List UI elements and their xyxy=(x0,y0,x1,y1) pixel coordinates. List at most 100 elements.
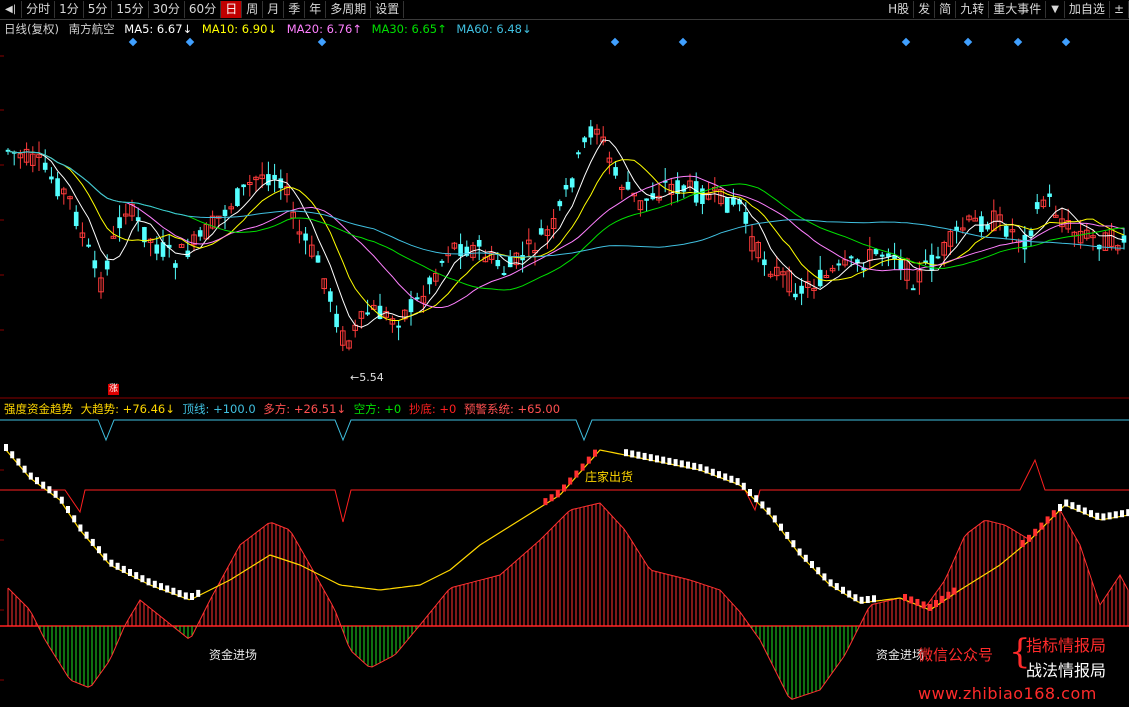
trend-marker xyxy=(1045,516,1050,524)
trend-marker xyxy=(555,490,560,498)
candle-body xyxy=(154,244,160,254)
trend-marker xyxy=(816,567,821,575)
trend-marker xyxy=(636,451,641,459)
trend-marker xyxy=(574,470,579,478)
trend-marker xyxy=(28,472,33,480)
trend-marker xyxy=(735,478,740,486)
trend-marker xyxy=(586,456,591,464)
trend-marker xyxy=(53,490,58,498)
short-value: 空方: +0 xyxy=(353,402,402,416)
trend-marker xyxy=(159,583,163,591)
candle-body xyxy=(222,209,228,217)
candle-body xyxy=(315,255,321,263)
candle-body xyxy=(235,188,240,206)
bottom-value: 抄底: +0 xyxy=(408,402,457,416)
candle-body xyxy=(476,239,482,247)
trend-marker xyxy=(915,598,920,606)
trend-marker xyxy=(1113,511,1118,519)
candle-body xyxy=(724,197,730,213)
low-price-marker: ←5.54 xyxy=(350,371,384,384)
candle-body xyxy=(303,233,308,241)
trend-marker xyxy=(822,573,827,581)
candle-body xyxy=(644,198,649,201)
trend-marker xyxy=(543,498,548,506)
trend-marker xyxy=(16,458,21,466)
trend-marker xyxy=(72,515,77,523)
trend-marker xyxy=(791,540,796,548)
trend-marker xyxy=(1033,528,1038,536)
trend-marker xyxy=(115,562,120,570)
trend-marker xyxy=(754,495,759,503)
candle-body xyxy=(197,230,203,237)
candle-body xyxy=(935,256,941,259)
trend-marker xyxy=(717,471,721,479)
trend-marker xyxy=(859,596,864,604)
candle-body xyxy=(1121,235,1127,243)
trend-marker xyxy=(1039,522,1044,530)
trend-marker xyxy=(549,494,554,502)
watermark-site: www.zhibiao168.com xyxy=(918,684,1097,703)
watermark-wechat: 微信公众号 xyxy=(918,646,994,664)
trend-marker xyxy=(190,593,194,600)
trend-marker xyxy=(797,548,802,556)
signal-diamond-icon xyxy=(901,37,911,47)
trend-marker xyxy=(692,462,697,470)
trend-marker xyxy=(760,501,765,509)
inflow-label: 资金进场 xyxy=(209,648,258,662)
candle-body xyxy=(613,167,618,176)
top-line-value: 顶线: +100.0 xyxy=(182,402,256,416)
trend-marker xyxy=(729,475,734,483)
trend-marker xyxy=(4,444,8,451)
trend-marker xyxy=(940,595,945,603)
candle-body xyxy=(73,211,79,227)
trend-marker xyxy=(748,489,752,496)
signal-diamond-icon xyxy=(610,37,620,47)
trend-marker xyxy=(810,561,814,568)
trend-marker xyxy=(580,463,585,471)
candle-body xyxy=(92,260,98,269)
limit-up-badge: 涨 xyxy=(108,384,120,395)
candle-body xyxy=(1034,202,1040,210)
candle-body xyxy=(49,176,54,180)
candle-body xyxy=(1028,230,1034,236)
candle-body xyxy=(979,216,984,233)
trend-marker xyxy=(853,594,858,602)
trend-marker xyxy=(165,585,170,593)
candle-body xyxy=(173,263,178,268)
candlestick-chart[interactable] xyxy=(5,37,1127,352)
trend-marker xyxy=(593,449,597,457)
candle-body xyxy=(278,178,284,189)
trend-marker xyxy=(698,464,703,472)
candle-body xyxy=(1047,193,1052,197)
trend-marker xyxy=(1058,504,1062,511)
trend-marker xyxy=(785,531,790,539)
candle-body xyxy=(365,312,370,315)
candle-body xyxy=(377,305,383,320)
candle-body xyxy=(408,299,414,313)
trend-marker xyxy=(686,461,690,469)
trend-marker xyxy=(624,449,628,457)
trend-marker xyxy=(1076,504,1081,512)
trend-marker xyxy=(121,565,126,573)
trend-marker xyxy=(177,590,182,598)
trend-marker xyxy=(140,575,145,583)
trend-marker xyxy=(41,481,46,489)
trend-marker xyxy=(909,596,914,604)
candle-body xyxy=(879,254,885,257)
signal-diamond-icon xyxy=(1061,37,1071,47)
candle-body xyxy=(700,188,705,205)
trend-marker xyxy=(196,589,201,597)
trend-value: 大趋势: +76.46↓ xyxy=(80,402,175,416)
stock-name: 南方航空 xyxy=(68,22,115,36)
chart-canvas[interactable] xyxy=(0,0,1129,707)
trend-marker xyxy=(927,603,932,611)
candle-body xyxy=(104,260,110,270)
watermark-name-2: 战法情报局 xyxy=(1026,661,1107,680)
watermark-name-1: 指标情报局 xyxy=(1026,636,1107,655)
trend-marker xyxy=(22,465,27,473)
trend-marker xyxy=(679,460,684,468)
signal-diamond-icon xyxy=(317,37,327,47)
trend-marker xyxy=(655,455,659,463)
trend-marker xyxy=(1095,512,1100,520)
trend-marker xyxy=(90,538,95,546)
